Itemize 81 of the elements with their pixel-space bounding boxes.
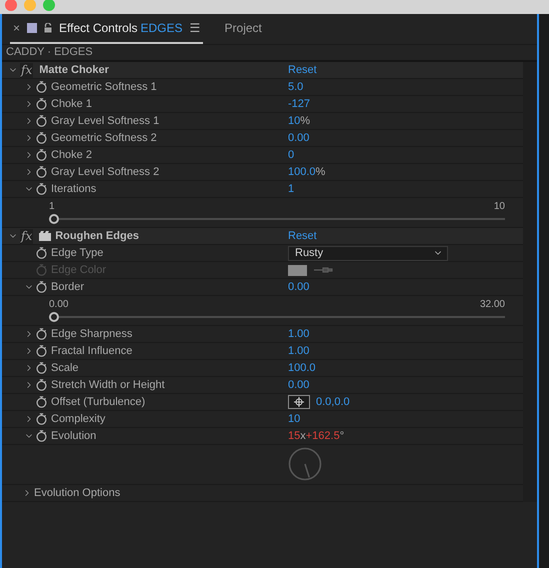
property-label: Border: [51, 280, 84, 295]
value-field[interactable]: -127: [288, 96, 310, 112]
lock-icon[interactable]: [44, 23, 52, 33]
stopwatch-icon[interactable]: [36, 183, 47, 195]
stopwatch-icon[interactable]: [36, 345, 47, 357]
scrollbar-track[interactable]: [523, 62, 537, 502]
panel-tab[interactable]: × Effect Controls EDGES ☰: [10, 14, 203, 44]
stopwatch-icon[interactable]: [36, 115, 47, 127]
property-label: Edge Sharpness: [51, 326, 132, 342]
reset-link[interactable]: Reset: [288, 62, 317, 78]
preset-icon: [39, 231, 52, 241]
stopwatch-icon[interactable]: [36, 281, 47, 293]
effect-name: Matte Choker: [39, 62, 109, 78]
stopwatch-icon[interactable]: [36, 247, 47, 259]
slider-thumb[interactable]: [49, 214, 59, 224]
revolutions-unit: x: [300, 428, 306, 444]
value-field[interactable]: 0.0,0.0: [316, 394, 350, 410]
crosshair-icon: [294, 397, 304, 407]
unit-label: %: [316, 164, 326, 180]
slider-min-label: 1: [49, 201, 55, 213]
value-field[interactable]: 5.0: [288, 78, 304, 96]
fx-toggle[interactable]: fx: [20, 62, 34, 78]
value-field[interactable]: 100.0: [288, 360, 316, 376]
slider-min-label: 0.00: [49, 299, 68, 311]
close-tab-button[interactable]: ×: [13, 19, 20, 37]
stopwatch-icon[interactable]: [36, 396, 47, 408]
fx-toggle[interactable]: fx: [20, 228, 34, 244]
project-tab[interactable]: Project: [224, 14, 262, 44]
degrees-value[interactable]: +162.5: [306, 428, 340, 444]
stopwatch-icon[interactable]: [36, 149, 47, 161]
effect-name: Roughen Edges: [55, 228, 139, 244]
value-field[interactable]: 10: [288, 410, 300, 428]
value-field[interactable]: 100.0: [288, 164, 316, 180]
property-label: Evolution: [51, 428, 96, 444]
property-label: Fractal Influence: [51, 344, 132, 359]
property-label: Choke 2: [51, 148, 92, 163]
value-field[interactable]: 0.00: [288, 278, 310, 296]
slider-track[interactable]: [49, 214, 505, 224]
stopwatch-icon[interactable]: [36, 81, 47, 93]
stopwatch-icon[interactable]: [36, 430, 47, 442]
property-label: Geometric Softness 1: [51, 80, 157, 95]
slider-thumb[interactable]: [49, 312, 59, 322]
tab-title: Effect Controls: [59, 20, 138, 37]
panel-color-icon: [27, 23, 38, 33]
property-label: Evolution Options: [34, 486, 120, 501]
reset-link[interactable]: Reset: [288, 228, 317, 244]
stopwatch-icon[interactable]: [36, 166, 47, 178]
value-field[interactable]: 1.00: [288, 326, 310, 342]
slider-track[interactable]: [49, 312, 505, 322]
property-label: Geometric Softness 2: [51, 130, 157, 146]
value-field[interactable]: 0.00: [288, 376, 310, 394]
property-label: Complexity: [51, 412, 106, 427]
slider-max-label: 32.00: [480, 299, 505, 311]
stopwatch-icon[interactable]: [36, 379, 47, 391]
revolutions-value[interactable]: 15: [288, 428, 300, 444]
stopwatch-icon[interactable]: [36, 132, 47, 144]
property-label: Iterations: [51, 182, 96, 197]
property-label: Gray Level Softness 1: [51, 114, 160, 129]
property-label: Edge Type: [51, 246, 104, 261]
property-label: Scale: [51, 360, 79, 376]
property-label: Offset (Turbulence): [51, 394, 146, 410]
unit-label: %: [300, 114, 310, 129]
property-label: Gray Level Softness 2: [51, 164, 160, 180]
slider-max-label: 10: [494, 201, 505, 213]
value-field[interactable]: 0: [288, 146, 294, 164]
property-label: Stretch Width or Height: [51, 378, 165, 393]
stopwatch-icon[interactable]: [36, 362, 47, 374]
value-field[interactable]: 1: [288, 180, 294, 198]
stopwatch-icon[interactable]: [36, 98, 47, 110]
property-label: Choke 1: [51, 96, 92, 112]
dropdown[interactable]: Rusty: [288, 246, 448, 260]
tab-subject: EDGES: [140, 20, 183, 37]
crosshair-button[interactable]: [288, 395, 310, 409]
value-field[interactable]: 10: [288, 112, 300, 130]
stopwatch-icon[interactable]: [36, 328, 47, 340]
value-field[interactable]: 1.00: [288, 342, 310, 360]
panel-menu-button[interactable]: ☰: [190, 19, 201, 37]
value-field[interactable]: 0.00: [288, 130, 310, 146]
layer-path: CADDY · EDGES: [6, 45, 93, 60]
degrees-unit: °: [340, 428, 344, 444]
stopwatch-icon[interactable]: [36, 413, 47, 425]
